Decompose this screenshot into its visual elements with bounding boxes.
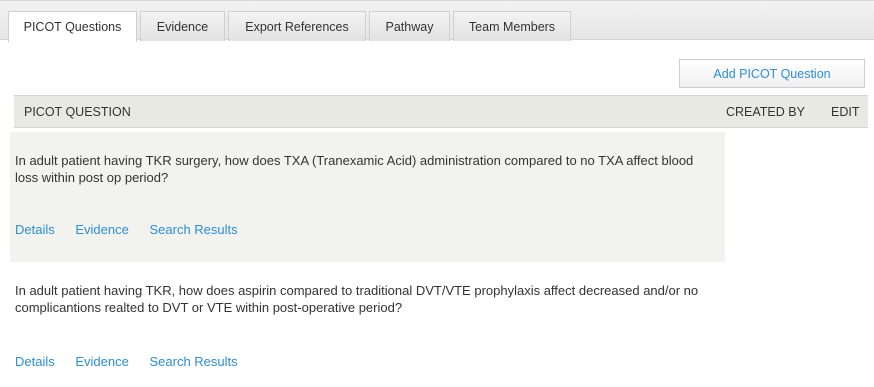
column-header-edit: EDIT — [831, 105, 860, 119]
column-header-picot-question: PICOT QUESTION — [24, 105, 131, 119]
tab-bar: PICOT Questions Evidence Export Referenc… — [0, 0, 874, 42]
tab-export-references[interactable]: Export References — [228, 11, 366, 41]
table-header: PICOT QUESTION CREATED BY EDIT — [14, 95, 868, 128]
table-row: In adult patient having TKR surgery, how… — [10, 132, 725, 262]
search-results-link[interactable]: Search Results — [149, 354, 237, 369]
search-results-link[interactable]: Search Results — [149, 222, 237, 237]
tab-pathway[interactable]: Pathway — [369, 11, 450, 41]
column-header-created-by: CREATED BY — [726, 105, 805, 119]
row-actions: Details Evidence Search Results — [15, 354, 255, 369]
table-row: In adult patient having TKR, how does as… — [10, 262, 725, 382]
details-link[interactable]: Details — [15, 222, 55, 237]
details-link[interactable]: Details — [15, 354, 55, 369]
tab-evidence[interactable]: Evidence — [140, 11, 225, 41]
picot-question-text: In adult patient having TKR, how does as… — [15, 283, 699, 315]
row-actions: Details Evidence Search Results — [15, 222, 255, 237]
tab-team-members[interactable]: Team Members — [453, 11, 571, 41]
evidence-link[interactable]: Evidence — [75, 222, 128, 237]
add-picot-question-button[interactable]: Add PICOT Question — [679, 59, 865, 88]
picot-question-text: In adult patient having TKR surgery, how… — [15, 153, 694, 185]
tab-picot-questions[interactable]: PICOT Questions — [8, 11, 137, 42]
evidence-link[interactable]: Evidence — [75, 354, 128, 369]
